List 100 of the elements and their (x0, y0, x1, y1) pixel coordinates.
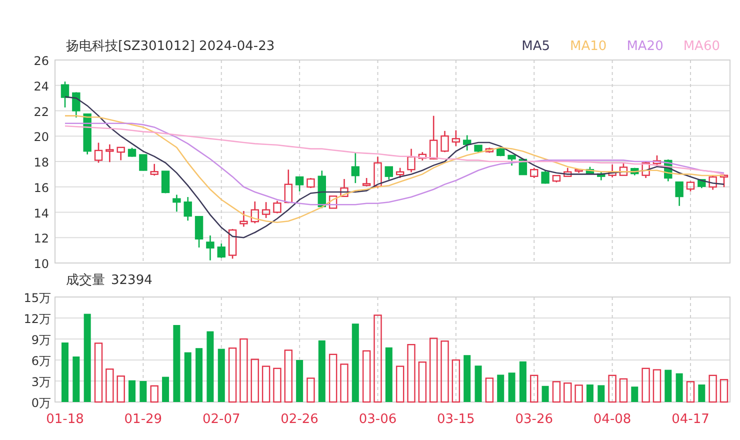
volume-bar (552, 381, 561, 403)
candlestick (60, 82, 70, 108)
candlestick (396, 168, 404, 178)
candlestick (72, 92, 80, 118)
volume-bar (485, 378, 494, 403)
volume-bar (340, 364, 348, 403)
candlestick (194, 216, 204, 248)
axis-label: 24 (34, 79, 49, 94)
candlestick (508, 154, 516, 166)
date-label: 02-26 (280, 412, 318, 427)
date-label: 03-06 (358, 412, 397, 427)
volume-bar (574, 384, 583, 403)
axis-label: 15万 (24, 291, 51, 305)
date-label: 04-08 (593, 412, 632, 427)
volume-bar (508, 372, 516, 402)
volume-bar (519, 361, 526, 402)
legend-label: MA60 (683, 38, 720, 54)
chart-title: 扬电科技[SZ301012] 2024-04-23 (66, 38, 275, 55)
candlestick (273, 200, 282, 214)
candlestick (217, 243, 226, 258)
candlestick (485, 148, 494, 153)
candlestick (150, 164, 158, 176)
candlestick (206, 235, 214, 260)
candlestick (106, 144, 114, 162)
volume-bar (664, 370, 672, 402)
candlestick (608, 164, 616, 178)
volume-bar (328, 354, 338, 403)
candlestick (139, 154, 148, 171)
candlestick (262, 202, 270, 218)
volume-bar (608, 374, 616, 403)
candlestick (619, 164, 628, 176)
candlestick (564, 168, 572, 177)
axis-label: 22 (34, 104, 49, 119)
volume-bar (385, 347, 392, 402)
date-label: 04-17 (672, 412, 710, 427)
candlestick (597, 171, 606, 180)
axis-label: 12万 (24, 312, 51, 326)
axis-label: 12 (34, 232, 49, 246)
volume-bar (184, 352, 192, 402)
candlestick (116, 146, 125, 160)
volume-bar (686, 381, 695, 403)
date-label: 01-29 (124, 412, 162, 427)
candlestick (240, 210, 248, 227)
candlestick (720, 174, 728, 188)
candlestick (675, 181, 684, 206)
volume-bar (676, 373, 683, 402)
volume-bar (430, 338, 438, 403)
candlestick (172, 194, 181, 212)
candlestick (362, 178, 371, 186)
candlestick (351, 152, 360, 184)
volume-bar (564, 382, 572, 403)
candlestick (686, 181, 695, 192)
candlestick (440, 130, 449, 152)
candlestick (586, 166, 594, 175)
volume-bar (273, 368, 282, 403)
candlestick (374, 156, 382, 188)
volume-bar (306, 378, 315, 403)
volume-bar (162, 376, 170, 402)
volume-bar (542, 386, 549, 402)
candlestick (306, 178, 315, 188)
axis-label: 16 (34, 180, 49, 195)
axis-label: 14 (34, 206, 49, 220)
volume-bar (150, 385, 158, 403)
date-label: 02-07 (202, 412, 240, 427)
volume-bar (362, 350, 371, 403)
volume-label: 成交量 (66, 272, 105, 289)
volume-bar (619, 378, 628, 403)
candlestick (284, 170, 292, 204)
candlestick (574, 168, 583, 173)
volume-bar (106, 368, 114, 403)
axis-label: 9万 (31, 333, 51, 347)
candlestick (463, 135, 472, 150)
candlestick (407, 148, 416, 172)
volume-bar (128, 380, 136, 402)
candlestick (541, 170, 550, 184)
volume-bar (631, 386, 638, 402)
axis-label: 0万 (31, 396, 51, 410)
candlestick (83, 113, 92, 154)
volume-bar (708, 374, 717, 403)
candlestick (496, 148, 505, 156)
volume-bar (698, 384, 706, 402)
candlestick (94, 142, 103, 163)
candlestick (652, 155, 662, 166)
volume-bar (296, 360, 304, 402)
candlestick (474, 144, 482, 153)
axis-label: 20 (34, 130, 49, 144)
date-label: 03-26 (515, 412, 553, 427)
candlestick (552, 174, 561, 182)
volume-bar (396, 366, 404, 403)
volume-bar (284, 350, 292, 403)
candlestick (318, 170, 326, 208)
volume-bar (598, 385, 605, 402)
candlestick (250, 201, 259, 224)
volume-bar (140, 381, 147, 402)
axis-label: 10 (34, 257, 49, 270)
volume-bar (497, 374, 504, 402)
candlestick (328, 195, 338, 209)
volume-bar (218, 348, 225, 402)
candlestick (228, 229, 237, 259)
volume-bar (62, 342, 68, 402)
